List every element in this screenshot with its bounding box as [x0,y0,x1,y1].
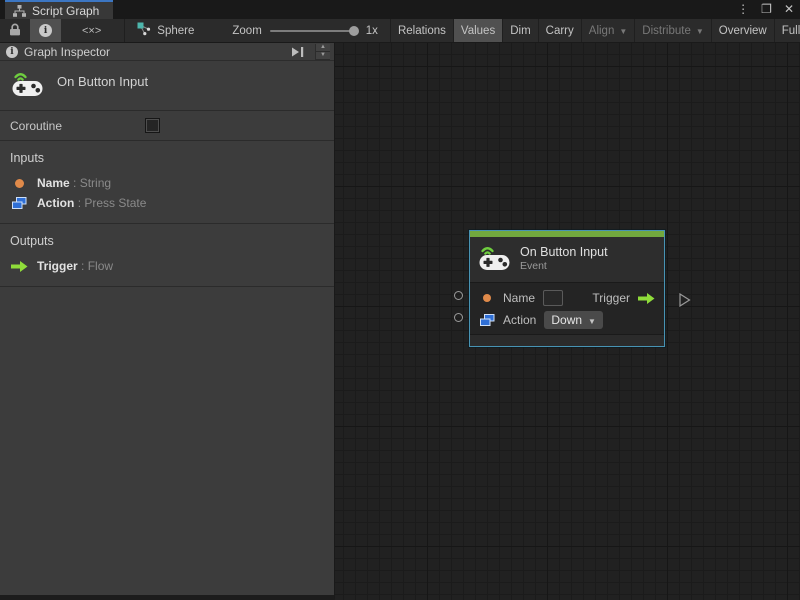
script-graph-window: Script Graph ⋮ ❐ ✕ i <×> Sphere Zoom 1x … [0,0,800,600]
lock-button[interactable] [0,19,30,42]
unit-title: On Button Input [57,74,149,89]
dock-panel-button[interactable] [286,46,309,58]
input-port-row: Action : Press State [0,193,334,213]
hierarchy-graph-icon [13,4,26,17]
press-state-icon [479,313,495,327]
graph-owner-label: Sphere [157,24,195,37]
tab-label: Script Graph [32,3,100,18]
coroutine-row: Coroutine [0,111,334,141]
press-state-icon [10,196,28,210]
string-value-icon [479,294,495,302]
window-controls: ⋮ ❐ ✕ [737,0,794,19]
align-button: Align ▼ [580,19,635,42]
zoom-slider[interactable] [269,25,359,36]
tab-script-graph[interactable]: Script Graph [5,0,113,19]
graph-canvas[interactable]: On Button Input Event Name Trigger Actio… [335,43,800,600]
graph-network-icon [137,22,151,39]
overview-button[interactable]: Overview [710,19,774,42]
action-port-row: Action Down ▼ [470,309,664,331]
action-input-socket[interactable] [454,313,463,322]
zoom-label: Zoom [232,24,262,37]
dock-icon [292,46,304,57]
carry-button[interactable]: Carry [537,19,581,42]
lock-icon [9,23,21,39]
code-view-button[interactable]: <×> [73,19,110,42]
coroutine-label: Coroutine [10,118,63,133]
flow-arrow-icon [10,260,28,272]
toolbar-buttons: Relations Values Dim Carry Align ▼ Distr… [389,19,800,42]
output-port-row: Trigger : Flow [0,256,334,276]
inspector-titlebar: i Graph Inspector ▲ ▼ [0,43,334,61]
name-value-input[interactable] [543,290,564,306]
zoom-value: 1x [365,24,378,37]
gamepad-icon [12,70,43,100]
inspector-title: Graph Inspector [24,44,111,59]
chevron-down-icon: ▼ [695,27,704,36]
trigger-port-label: Trigger [592,291,630,305]
dim-button[interactable]: Dim [502,19,537,42]
action-port-label: Action [503,313,537,327]
window-menu-icon[interactable]: ⋮ [737,0,749,19]
node-title: On Button Input [520,245,608,259]
flow-arrow-icon[interactable] [638,292,655,304]
maximize-icon[interactable]: ❐ [761,0,772,19]
string-value-icon [10,178,28,188]
inspector-empty-area [0,287,334,595]
code-icon: <×> [82,24,102,37]
unit-header: On Button Input [0,61,334,111]
close-icon[interactable]: ✕ [784,0,794,19]
zoom-slider-thumb[interactable] [348,25,359,36]
name-port-row: Name Trigger [470,287,664,309]
inputs-section: Inputs Name : String Action : Press Stat… [0,141,334,224]
zoom-control: Zoom 1x [222,19,388,42]
tab-bar: Script Graph ⋮ ❐ ✕ [0,0,800,19]
coroutine-checkbox[interactable] [145,118,161,133]
graph-toolbar: i <×> Sphere Zoom 1x Relations Values Di… [0,19,800,43]
name-port-label: Name [503,291,536,305]
graph-owner-button[interactable]: Sphere [125,19,204,42]
action-dropdown[interactable]: Down ▼ [544,311,603,329]
graph-inspector-panel: i Graph Inspector ▲ ▼ On Button Input Co… [0,43,335,600]
chevron-down-icon: ▼ [588,316,596,326]
outputs-section: Outputs Trigger : Flow [0,224,334,287]
inputs-header: Inputs [10,151,45,165]
node-body: Name Trigger Action Down ▼ [470,283,664,334]
input-port-row: Name : String [0,173,334,193]
name-input-socket[interactable] [454,291,463,300]
node-subtitle: Event [520,260,547,272]
on-button-input-node[interactable]: On Button Input Event Name Trigger Actio… [454,230,691,347]
node-header[interactable]: On Button Input Event [470,237,664,283]
inspector-toggle-button[interactable]: i [30,19,61,42]
trigger-output-socket[interactable] [672,293,691,307]
full-screen-button[interactable]: Full Screen [773,19,800,42]
chevron-down-icon: ▼ [619,27,628,36]
scroll-up-button[interactable]: ▲ [316,43,330,52]
scroll-down-button[interactable]: ▼ [316,51,330,60]
relations-button[interactable]: Relations [389,19,453,42]
action-dropdown-value: Down [551,313,583,327]
gamepad-icon [479,244,510,274]
distribute-button: Distribute ▼ [634,19,711,42]
values-button[interactable]: Values [452,19,503,42]
info-icon: i [39,24,52,37]
panel-scroll-arrows: ▲ ▼ [315,43,330,60]
info-icon: i [6,45,18,58]
outputs-header: Outputs [10,234,54,248]
node-footer [470,334,664,346]
